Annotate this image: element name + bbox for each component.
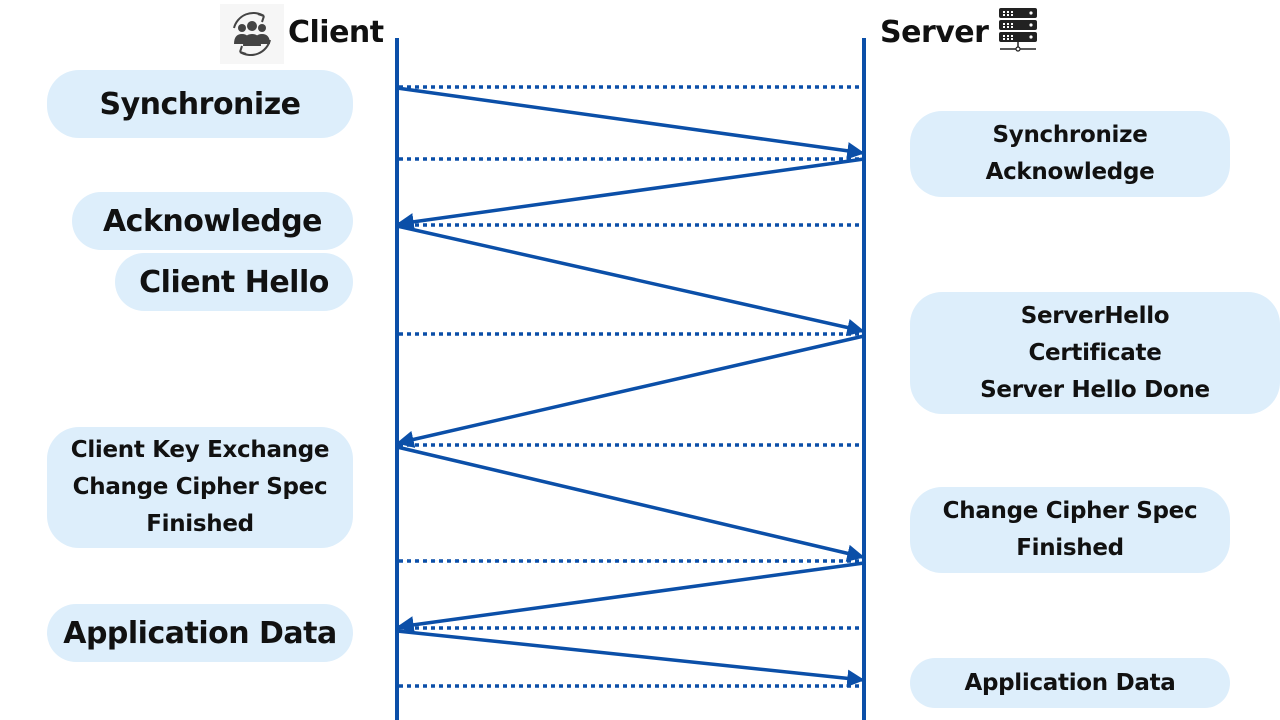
client-label-synchronize: Synchronize [47, 70, 353, 138]
server-label-application-data: Application Data [910, 658, 1230, 708]
label-line: Client Hello [139, 264, 329, 300]
label-line: Change Cipher Spec [72, 474, 328, 500]
label-line: Finished [146, 511, 254, 537]
client-label-key-exchange: Client Key Exchange Change Cipher Spec F… [47, 427, 353, 548]
client-label-application-data: Application Data [47, 604, 353, 662]
server-label-server-hello: ServerHello Certificate Server Hello Don… [910, 292, 1280, 414]
label-line: Acknowledge [985, 159, 1155, 185]
label-line: Acknowledge [102, 203, 323, 239]
label-line: Client Key Exchange [70, 437, 330, 463]
label-line: Finished [1016, 535, 1124, 561]
label-line: Synchronize [992, 122, 1148, 148]
message-arrow-client-to-server [396, 445, 865, 562]
label-line: Server Hello Done [980, 376, 1210, 403]
label-line: Change Cipher Spec [942, 498, 1198, 524]
label-line: Application Data [63, 615, 337, 651]
server-label-syn-ack: Synchronize Acknowledge [910, 111, 1230, 197]
message-arrow-client-to-server [396, 629, 865, 688]
message-arrow-server-to-client [396, 561, 865, 634]
label-line: Synchronize [99, 86, 301, 122]
label-line: ServerHello [1020, 302, 1170, 329]
message-arrow-client-to-server [396, 224, 865, 337]
message-arrow-client-to-server [396, 86, 865, 160]
server-label-change-cipher: Change Cipher Spec Finished [910, 487, 1230, 573]
client-label-acknowledge: Acknowledge [72, 192, 353, 250]
label-line: Application Data [964, 669, 1176, 696]
client-label-client-hello: Client Hello [115, 253, 353, 311]
label-line: Certificate [1028, 339, 1162, 366]
message-arrow-server-to-client [396, 157, 865, 231]
message-arrow-server-to-client [396, 334, 865, 449]
